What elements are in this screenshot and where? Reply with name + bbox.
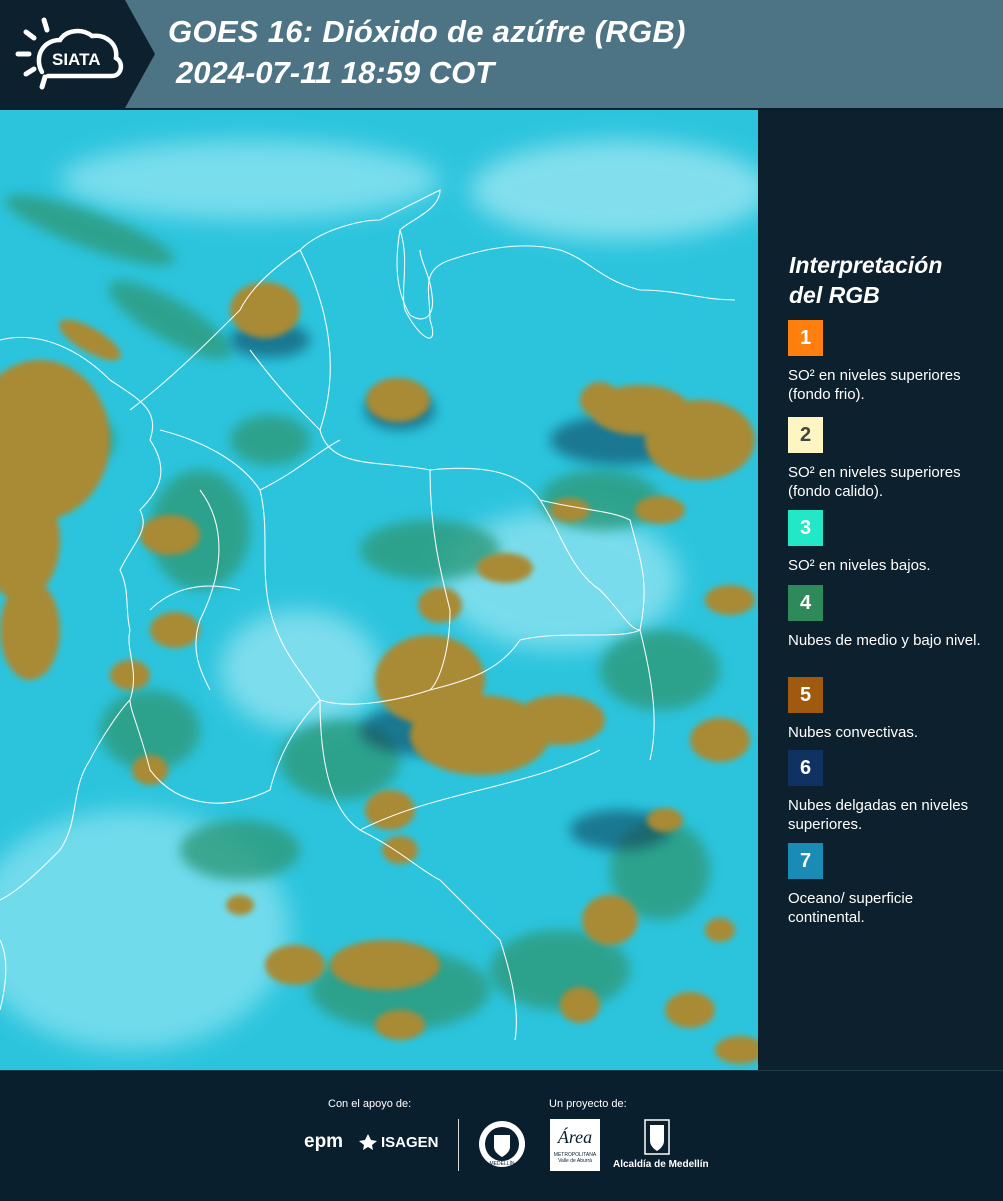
legend-label: SO² en niveles superiores (fondo frio). [788,367,961,403]
legend-swatch: 4 [788,585,823,621]
legend-label: Nubes convectivas. [788,724,919,741]
siata-logo: SIATA [15,17,124,90]
isagen-icon [359,1134,377,1150]
alcaldia-shield-logo [644,1119,670,1155]
legend-swatch: 7 [788,843,823,879]
legend-label: SO² en niveles superiores (fondo calido)… [788,464,961,500]
area-logo-text: Área [557,1127,593,1147]
satellite-image [0,110,758,1070]
isagen-logo: ISAGEN [358,1133,439,1151]
siata-logo-text: SIATA [52,50,100,69]
legend-title-line2: del RGB [789,282,880,308]
alcaldia-logo-text: Alcaldía de Medellín [613,1159,709,1170]
legend-swatch: 6 [788,750,823,786]
legend-label: Nubes delgadas en niveles superiores. [788,797,969,833]
legend-title-line1: Interpretación [789,252,943,278]
epm-logo: epm [304,1131,343,1153]
project-label: Un proyecto de: [549,1098,627,1110]
legend-label: SO² en niveles bajos. [788,557,931,574]
footer-divider [458,1119,459,1171]
area-logo-sub2: Valle de Aburrá [558,1158,592,1164]
legend-item-5: 5 Nubes convectivas. [788,677,988,742]
page-title: GOES 16: Dióxido de azúfre (RGB) [168,14,686,49]
legend-title: Interpretación del RGB [789,250,989,310]
legend-panel: Interpretación del RGB 1 SO² en niveles … [760,110,1003,1070]
legend-item-7: 7 Oceano/ superficie continental. [788,843,988,927]
isagen-logo-text: ISAGEN [381,1133,439,1151]
support-label: Con el apoyo de: [328,1098,412,1110]
epm-logo-text: epm [304,1131,344,1152]
legend-swatch: 1 [788,320,823,356]
legend-swatch: 2 [788,417,823,453]
footer: Con el apoyo de: Un proyecto de: epm ISA… [0,1070,1003,1201]
legend-item-2: 2 SO² en niveles superiores (fondo calid… [788,417,988,501]
area-metropolitana-logo: Área METROPOLITANA Valle de Aburrá [550,1119,600,1171]
legend-swatch: 3 [788,510,823,546]
legend-item-4: 4 Nubes de medio y bajo nivel. [788,585,988,650]
legend-item-1: 1 SO² en niveles superiores (fondo frio)… [788,320,988,404]
legend-item-6: 6 Nubes delgadas en niveles superiores. [788,750,988,834]
legend-label: Oceano/ superficie continental. [788,890,914,926]
satellite-map-svg [0,110,758,1070]
legend-label: Nubes de medio y bajo nivel. [788,632,981,649]
header-bar: SIATA GOES 16: Dióxido de azúfre (RGB) 2… [0,0,1003,108]
legend-swatch: 5 [788,677,823,713]
medellin-seal-text: MEDELLÍN [489,1160,514,1167]
legend-item-3: 3 SO² en niveles bajos. [788,510,988,575]
medellin-seal-logo: MEDELLÍN [479,1121,525,1167]
timestamp: 2024-07-11 18:59 COT [176,55,495,90]
